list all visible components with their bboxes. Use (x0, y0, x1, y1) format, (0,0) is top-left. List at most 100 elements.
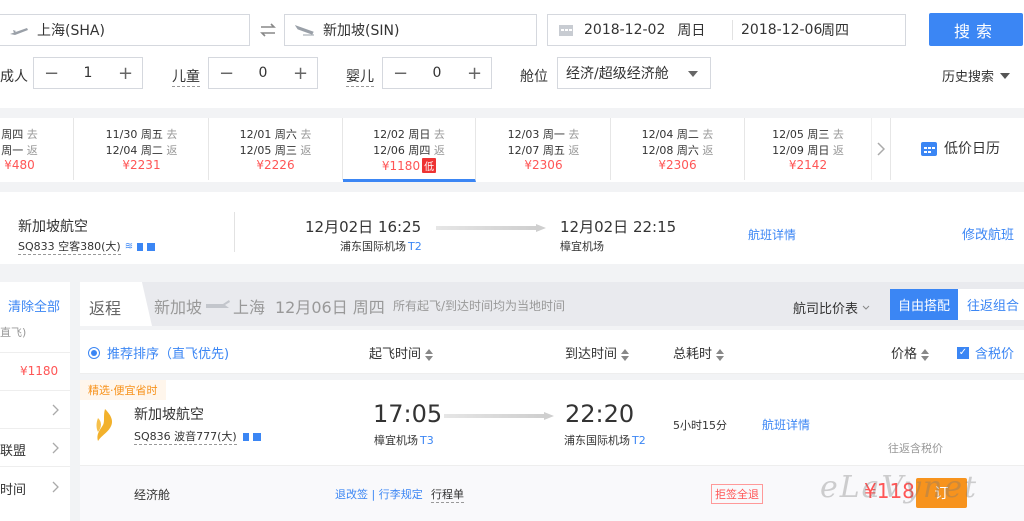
children-stepper[interactable]: − 0 + (208, 57, 318, 89)
terminal: T3 (420, 434, 434, 447)
chevron-down-icon (1000, 72, 1011, 79)
low-price-calendar[interactable]: 低价日历 (920, 138, 1000, 158)
recommend-label: 推荐排序（直飞优先) (107, 347, 230, 362)
cabin-class: 经济舱 (134, 488, 171, 502)
radio-icon[interactable] (88, 346, 100, 359)
flight-duration: 5小时15分 (673, 419, 727, 432)
calendar-icon (559, 25, 573, 36)
date-cell[interactable]: 周四 去 周一 返 ¥480 (0, 118, 74, 180)
airline-compare[interactable]: 航司比价表 (793, 298, 870, 317)
watermark: eLaVynet (820, 470, 979, 505)
plus-icon[interactable]: + (118, 63, 133, 84)
divider (0, 352, 70, 353)
filter-alliance[interactable]: 联盟 (0, 440, 70, 459)
plane-icon (206, 300, 230, 308)
outbound-dep-airport: 浦东国际机场 (340, 240, 406, 253)
plus-icon[interactable]: + (293, 63, 308, 84)
checkbox-icon[interactable]: ✓ (957, 346, 969, 359)
flight-detail-link[interactable]: 航班详情 (748, 226, 796, 243)
power-icon (242, 432, 249, 441)
cabin-value: 经济/超级经济舱 (566, 66, 669, 82)
minus-icon[interactable]: − (44, 63, 59, 84)
airline-name: 新加坡航空 (18, 219, 88, 235)
chevron-right-icon[interactable] (52, 404, 59, 420)
calendar-label: 低价日历 (944, 141, 1000, 157)
tab-free-combo[interactable]: 自由搭配 (890, 289, 958, 320)
arr-airport: 浦东国际机场 (564, 434, 630, 447)
return-from: 新加坡 (154, 298, 203, 317)
cabin-option: 经济舱 退改签 | 行李规定 行程单 拒签全退 ¥1180 订 eLaVynet (80, 465, 1024, 521)
sort-icon (921, 348, 930, 361)
adults-value: 1 (83, 65, 93, 81)
adults-label: 成人 (0, 69, 28, 85)
flight-detail-link[interactable]: 航班详情 (762, 416, 810, 433)
tab-round-trip[interactable]: 往返组合 (958, 289, 1024, 320)
dep-airport: 樟宜机场 (374, 434, 418, 447)
sort-duration[interactable]: 总耗时 (673, 343, 725, 362)
date-cell[interactable]: 12/04 周二 去 12/08 周六 返 ¥2306 (611, 118, 745, 180)
plus-icon[interactable]: + (467, 63, 482, 84)
tax-label: 含税价 (975, 347, 1015, 362)
infants-stepper[interactable]: − 0 + (382, 57, 492, 89)
history-search[interactable]: 历史搜索 (942, 66, 1011, 85)
return-label: 返程 (89, 299, 122, 318)
sort-icon (621, 348, 630, 361)
flight-line (444, 414, 544, 418)
outbound-dep-time: 12月02日 16:25 (305, 218, 422, 236)
sort-price[interactable]: 价格 (891, 343, 930, 362)
minus-icon[interactable]: − (393, 63, 408, 84)
plane-takeoff-icon (10, 28, 28, 35)
power-icon (137, 242, 144, 251)
date-cell[interactable]: 12/01 周六 去 12/05 周三 返 ¥2226 (209, 118, 343, 180)
chevron-right-icon[interactable] (871, 118, 891, 180)
date-cell[interactable]: 12/05 周三 去 12/09 周日 返 ¥2142 (745, 118, 871, 180)
search-panel: 上海(SHA) 新加坡(SIN) 2018-12-02 周日 2018-12-0… (0, 0, 1024, 108)
chevron-right-icon[interactable] (52, 442, 59, 458)
entertainment-icon (147, 242, 156, 251)
divider (0, 466, 70, 467)
time-note: 所有起飞/到达时间均为当地时间 (393, 299, 566, 313)
sort-arr-time[interactable]: 到达时间 (565, 343, 630, 362)
return-date: 12月06日 周四 (275, 298, 385, 317)
sort-icon (425, 348, 434, 361)
date-strip: 周四 去 周一 返 ¥480 11/30 周五 去 12/04 周二 返 ¥22… (0, 118, 1024, 182)
itinerary-link[interactable]: 行程单 (431, 486, 464, 503)
adults-stepper[interactable]: − 1 + (33, 57, 143, 89)
date-cell-selected[interactable]: 12/02 周日 去 12/06 周四 返 ¥1180 低 (343, 118, 476, 182)
to-field[interactable]: 新加坡(SIN) (284, 14, 537, 46)
sort-recommend[interactable]: 推荐排序（直飞优先) (88, 343, 229, 362)
visa-refund-badge: 拒签全退 (711, 484, 763, 504)
swap-icon[interactable] (252, 14, 284, 46)
compare-label: 航司比价表 (793, 302, 859, 317)
return-flight-card: 精选·便宜省时 新加坡航空 SQ836 波音777(大) 17:05 樟宜机场 T… (80, 380, 1024, 521)
sort-dep-time[interactable]: 起飞时间 (369, 343, 434, 362)
flight-number[interactable]: SQ836 波音777(大) (134, 428, 237, 445)
chevron-down-icon (862, 305, 870, 310)
clear-all-link[interactable]: 清除全部 (8, 296, 78, 315)
cabin-select[interactable]: 经济/超级经济舱 (557, 57, 711, 89)
wifi-icon: ≋ (124, 241, 134, 252)
from-field[interactable]: 上海(SHA) (0, 14, 250, 46)
date-cell[interactable]: 12/03 周一 去 12/07 周五 返 ¥2306 (477, 118, 611, 180)
flight-line (436, 226, 536, 230)
flight-number[interactable]: SQ833 空客380(大) (18, 238, 121, 255)
modify-flight-link[interactable]: 修改航班 (962, 224, 1014, 243)
singapore-airlines-logo (96, 409, 113, 441)
airline-name: 新加坡航空 (134, 407, 204, 423)
return-to: 上海 (233, 298, 266, 317)
chevron-down-icon (688, 71, 698, 77)
return-date: 2018-12-06 (741, 22, 823, 38)
date-cell[interactable]: 11/30 周五 去 12/04 周二 返 ¥2231 (75, 118, 209, 180)
chevron-right-icon[interactable] (52, 481, 59, 497)
children-label: 儿童 (172, 66, 200, 87)
date-field[interactable]: 2018-12-02 周日 2018-12-06 周四 (547, 14, 906, 46)
depart-date: 2018-12-02 (584, 22, 666, 38)
children-value: 0 (258, 65, 268, 81)
search-button[interactable]: 搜索 (929, 13, 1023, 46)
refund-baggage-rules-link[interactable]: 退改签 | 行李规定 (335, 486, 423, 502)
minus-icon[interactable]: − (219, 63, 234, 84)
filter-time[interactable]: 时间 (0, 479, 70, 498)
outbound-arr-time: 12月02日 22:15 (560, 218, 677, 236)
arrow-right-icon (536, 224, 546, 232)
tax-included-toggle[interactable]: ✓ 含税价 (957, 343, 1014, 362)
